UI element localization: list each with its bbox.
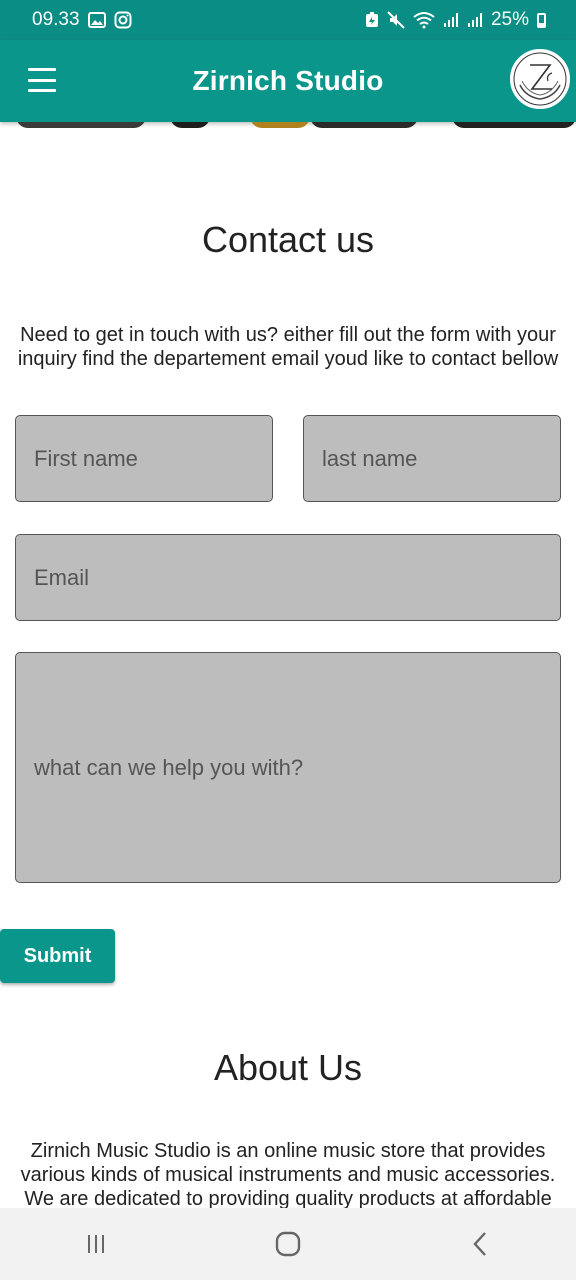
contact-intro-line2: inquiry find the departement email youd … [17, 348, 559, 370]
signal-icon-1 [443, 12, 459, 28]
battery-icon [537, 12, 546, 28]
status-right: 25% [365, 9, 546, 31]
submit-button[interactable]: Submit [0, 929, 115, 983]
first-name-placeholder: First name [34, 445, 138, 471]
last-name-placeholder: last name [322, 445, 418, 471]
gallery-icon [87, 12, 106, 28]
app-title: Zirnich Studio [192, 65, 384, 96]
status-time: 09.33 [32, 9, 80, 30]
message-textarea[interactable]: what can we help you with? [15, 652, 561, 883]
system-nav-bar [0, 1208, 576, 1280]
last-name-field[interactable]: last name [303, 415, 561, 502]
message-placeholder: what can we help you with? [34, 754, 304, 780]
about-title: About Us [213, 1047, 363, 1088]
back-icon [473, 1232, 486, 1256]
recent-apps-icon [88, 1235, 104, 1253]
home-button[interactable] [258, 1219, 318, 1269]
first-name-field[interactable]: First name [15, 415, 273, 502]
status-left: 09.33 [32, 9, 132, 31]
logo-icon [513, 52, 567, 106]
about-line1: Zirnich Music Studio is an online music … [30, 1140, 546, 1162]
hamburger-menu-icon[interactable] [28, 68, 56, 92]
hero-image-strip [0, 122, 576, 130]
signal-icon-2 [467, 12, 483, 28]
app-bar: Zirnich Studio [0, 40, 576, 122]
contact-intro-line1: Need to get in touch with us? either fil… [20, 324, 556, 346]
instagram-icon [114, 11, 132, 29]
email-placeholder: Email [34, 564, 90, 590]
battery-percent: 25% [490, 9, 529, 30]
contact-title: Contact us [201, 219, 375, 260]
back-button[interactable] [450, 1219, 510, 1269]
about-line2: various kinds of musical instruments and… [20, 1164, 556, 1186]
recent-apps-button[interactable] [66, 1219, 126, 1269]
email-field[interactable]: Email [15, 534, 561, 621]
status-bar: 09.33 25% [0, 0, 576, 40]
studio-logo[interactable] [508, 47, 572, 111]
home-icon [275, 1231, 301, 1257]
battery-saver-icon [365, 12, 379, 28]
wifi-icon [413, 11, 435, 29]
mute-icon [387, 11, 405, 29]
